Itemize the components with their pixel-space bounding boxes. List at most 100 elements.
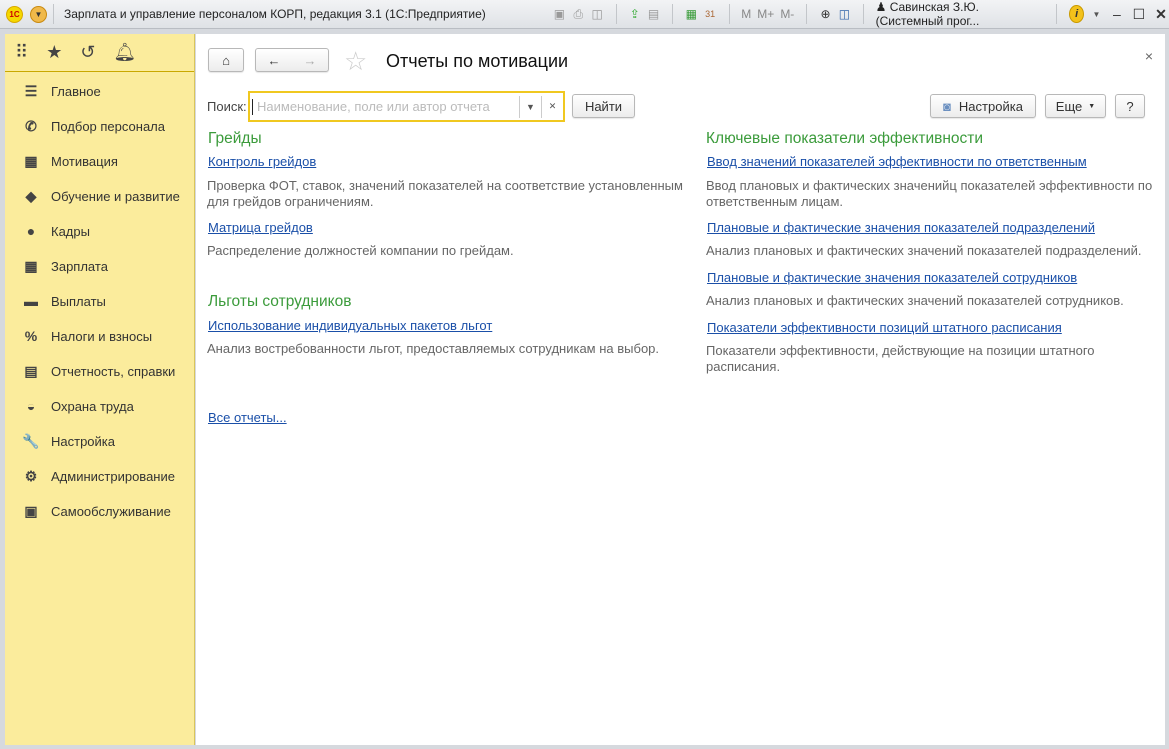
dropdown-icon[interactable]: ▼ xyxy=(519,95,541,118)
upload-icon[interactable]: ⇪ xyxy=(628,6,641,22)
sidebar-item[interactable]: ▬ Выплаты xyxy=(5,286,193,316)
help-button[interactable]: ? xyxy=(1115,94,1145,118)
report-description: Показатели эффективности, действующие на… xyxy=(706,343,1095,374)
info-icon[interactable]: i xyxy=(1069,5,1085,23)
report-link[interactable]: Контроль грейдов xyxy=(208,154,316,169)
sidebar-item[interactable]: ◒ Охрана труда xyxy=(5,391,193,421)
divider xyxy=(53,4,54,24)
gear-icon: ⚙ xyxy=(24,467,38,484)
calculator-icon[interactable]: ▦ xyxy=(685,6,698,22)
divider xyxy=(862,4,864,24)
app-logo: 1С xyxy=(6,5,23,23)
calculator-icon: ▦ xyxy=(24,257,38,274)
main-panel: ⌂ ← → ☆ Отчеты по мотивации × Поиск: ▼ ✕… xyxy=(196,34,1165,745)
clear-icon[interactable]: ✕ xyxy=(541,95,563,118)
more-button[interactable]: Еще ▼ xyxy=(1045,94,1106,118)
sidebar-item-label: Подбор персонала xyxy=(51,118,165,134)
scan-icon[interactable]: ▤ xyxy=(647,6,660,22)
forward-button[interactable]: → xyxy=(304,53,317,68)
sidebar-item[interactable]: % Налоги и взносы xyxy=(5,321,193,351)
report-description: Ввод плановых и фактических значенийц по… xyxy=(706,178,1153,209)
menu-lines-icon: ☰ xyxy=(24,82,38,99)
people-icon: ● xyxy=(26,223,36,239)
panels-icon[interactable]: ◫ xyxy=(838,6,851,22)
phone-icon: ✆ xyxy=(25,117,37,134)
all-reports-link[interactable]: Все отчеты... xyxy=(208,410,287,425)
divider xyxy=(806,4,808,24)
gift-icon: ▦ xyxy=(24,152,38,169)
sidebar-item-label: Настройка xyxy=(51,433,115,449)
favorites-star-icon[interactable]: ★ xyxy=(46,42,62,63)
home-button[interactable]: ⌂ xyxy=(208,48,244,72)
sidebar-item-label: Главное xyxy=(51,83,101,99)
chevron-down-icon[interactable]: ▼ xyxy=(1090,6,1103,22)
save-icon[interactable]: ▣ xyxy=(553,6,566,22)
wrench-icon: 🔧 xyxy=(22,432,40,449)
user-name[interactable]: ♟ Савинская З.Ю. (Системный прог... xyxy=(876,0,1045,28)
history-icon[interactable]: ↺ xyxy=(80,42,95,63)
minimize-button[interactable]: – xyxy=(1109,6,1125,22)
report-link[interactable]: Плановые и фактические значения показате… xyxy=(707,270,1077,285)
report-description: Анализ плановых и фактических значений п… xyxy=(706,243,1142,258)
memory-button[interactable]: M xyxy=(741,7,751,21)
search-field: ▼ ✕ xyxy=(248,91,565,122)
sidebar-item-label: Налоги и взносы xyxy=(51,328,153,344)
report-link[interactable]: Использование индивидуальных пакетов льг… xyxy=(208,318,492,333)
sidebar-toolbar: ⠿ ★ ↺ 🔔︎ xyxy=(5,34,194,72)
documents-icon: ▤ xyxy=(24,362,38,379)
report-description: Распределение должностей компании по гре… xyxy=(207,243,514,258)
back-button[interactable]: ← xyxy=(268,53,281,68)
preview-icon[interactable]: ◫ xyxy=(591,6,604,22)
sidebar-item-label: Мотивация xyxy=(51,153,118,169)
find-button[interactable]: Найти xyxy=(572,94,635,118)
apps-grid-icon[interactable]: ⠿ xyxy=(15,42,28,63)
settings-label: Настройка xyxy=(958,98,1023,114)
card-icon: ▬ xyxy=(24,293,38,309)
calendar-icon[interactable]: 31 xyxy=(704,6,717,22)
report-link[interactable]: Показатели эффективности позиций штатног… xyxy=(707,320,1062,335)
chevron-down-icon: ▼ xyxy=(1088,102,1096,110)
sidebar-item[interactable]: ☰ Главное xyxy=(5,76,193,106)
sidebar-item-label: Отчетность, справки xyxy=(51,363,176,379)
sidebar-item-label: Выплаты xyxy=(51,293,106,309)
nav-buttons: ← → xyxy=(255,48,329,72)
sidebar-item[interactable]: ✆ Подбор персонала xyxy=(5,111,193,141)
sidebar-item[interactable]: ● Кадры xyxy=(5,216,193,246)
memory-minus-button[interactable]: M- xyxy=(780,7,794,21)
print-icon[interactable]: ⎙ xyxy=(572,6,585,22)
sidebar-item[interactable]: 🔧 Настройка xyxy=(5,426,193,456)
main-menu-button[interactable]: ▼ xyxy=(30,5,47,23)
divider xyxy=(672,4,673,24)
section-heading: Льготы сотрудников xyxy=(208,293,352,310)
user-label: Савинская З.Ю. (Системный прог... xyxy=(875,0,980,28)
divider xyxy=(728,4,730,24)
close-window-button[interactable]: ✕ xyxy=(1153,6,1169,23)
helmet-icon: ◒ xyxy=(26,398,36,414)
sidebar-item[interactable]: ▤ Отчетность, справки xyxy=(5,356,193,386)
close-page-button[interactable]: × xyxy=(1145,48,1153,64)
graduation-cap-icon: ◆ xyxy=(25,187,37,204)
maximize-button[interactable]: ☐ xyxy=(1131,6,1147,23)
zoom-icon[interactable]: ⊕ xyxy=(819,6,832,22)
sidebar-item[interactable]: ▦ Зарплата xyxy=(5,251,193,281)
report-description: Анализ плановых и фактических значений п… xyxy=(706,293,1124,308)
sidebar-item[interactable]: ▣ Самообслуживание xyxy=(5,496,193,526)
report-link[interactable]: Матрица грейдов xyxy=(208,220,313,235)
page-title: Отчеты по мотивации xyxy=(386,51,569,71)
sidebar-item[interactable]: ◆ Обучение и развитие xyxy=(5,181,193,211)
favorite-star-icon[interactable]: ☆ xyxy=(344,46,367,77)
report-description: Анализ востребованности льгот, предостав… xyxy=(207,341,660,356)
memory-plus-button[interactable]: M+ xyxy=(757,7,774,21)
window-title: Зарплата и управление персоналом КОРП, р… xyxy=(64,7,486,21)
report-link[interactable]: Ввод значений показателей эффективности … xyxy=(707,154,1087,169)
sidebar-item[interactable]: ⚙ Администрирование xyxy=(5,461,193,491)
title-toolbar: ▣ ⎙ ◫ ⇪ ▤ ▦ 31 M M+ M- ⊕ ◫ ♟ Савинская З… xyxy=(553,0,1169,28)
bell-icon[interactable]: 🔔︎ xyxy=(113,42,136,63)
sidebar-item[interactable]: ▦ Мотивация xyxy=(5,146,193,176)
settings-button[interactable]: ◙ Настройка xyxy=(930,94,1036,118)
sidebar-item-label: Обучение и развитие xyxy=(51,188,180,204)
divider xyxy=(615,4,617,24)
settings-icon: ◙ xyxy=(943,98,951,114)
search-input[interactable] xyxy=(252,98,519,115)
report-link[interactable]: Плановые и фактические значения показате… xyxy=(707,220,1095,235)
